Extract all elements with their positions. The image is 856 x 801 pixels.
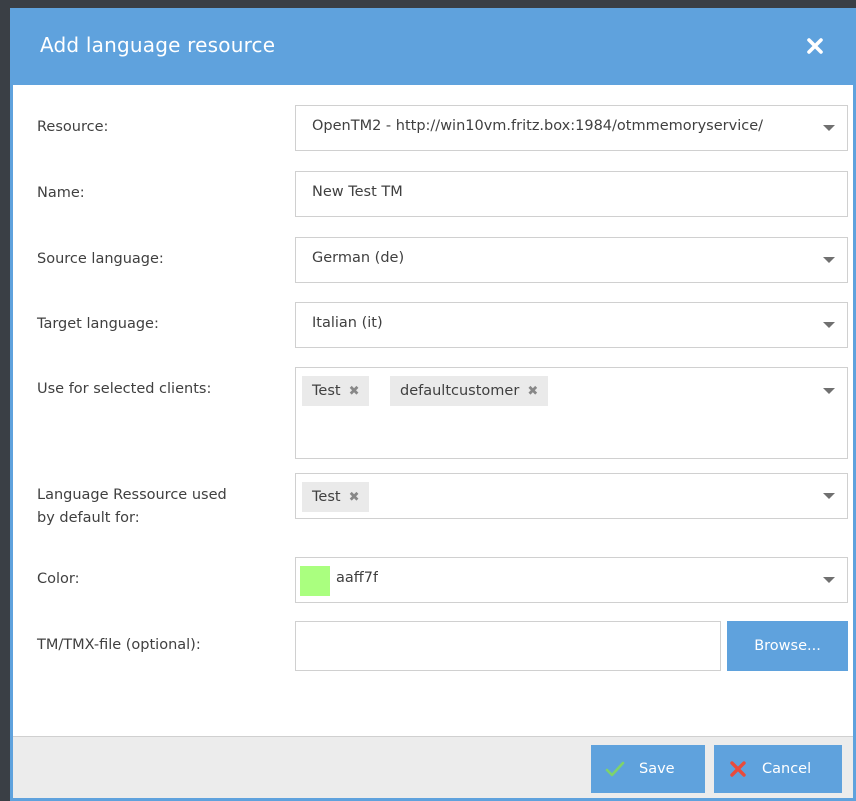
cancel-label: Cancel xyxy=(762,761,812,777)
target-language-select[interactable]: Italian (it) xyxy=(295,302,848,348)
chevron-down-icon[interactable] xyxy=(823,577,835,583)
chevron-down-icon[interactable] xyxy=(823,493,835,499)
cancel-button[interactable]: Cancel xyxy=(714,745,842,793)
chevron-down-icon[interactable] xyxy=(823,257,835,263)
color-swatch xyxy=(300,566,330,596)
resource-value: OpenTM2 - http://win10vm.fritz.box:1984/… xyxy=(312,118,764,134)
client-tag-label: defaultcustomer xyxy=(400,383,520,399)
default-for-label-line1: Language Ressource used xyxy=(37,487,227,503)
target-language-value: Italian (it) xyxy=(312,315,383,331)
dialog-footer: Save Cancel xyxy=(13,736,853,798)
remove-tag-icon[interactable]: ✖ xyxy=(349,377,360,407)
target-language-label: Target language: xyxy=(37,316,159,332)
save-label: Save xyxy=(639,761,675,777)
client-tag: Test ✖ xyxy=(302,376,370,407)
default-for-label-line2: by default for: xyxy=(37,510,140,526)
default-for-tagfield[interactable]: Test ✖ xyxy=(295,473,848,519)
resource-label: Resource: xyxy=(37,119,109,135)
client-tag: defaultcustomer ✖ xyxy=(390,376,549,407)
source-language-label: Source language: xyxy=(37,251,164,267)
dialog-titlebar: Add language resource xyxy=(13,11,853,85)
default-for-tag-label: Test xyxy=(312,489,341,505)
name-value: New Test TM xyxy=(312,184,403,200)
file-label: TM/TMX-file (optional): xyxy=(37,637,201,653)
default-for-tag: Test ✖ xyxy=(302,482,370,513)
dialog-title: Add language resource xyxy=(40,33,276,57)
color-value: aaff7f xyxy=(336,570,379,586)
clients-label: Use for selected clients: xyxy=(37,381,212,397)
source-language-value: German (de) xyxy=(312,250,405,266)
checkmark-icon xyxy=(605,761,625,777)
chevron-down-icon[interactable] xyxy=(823,388,835,394)
browse-button[interactable]: Browse... xyxy=(727,621,848,671)
name-label: Name: xyxy=(37,185,85,201)
name-field[interactable]: New Test TM xyxy=(295,171,848,217)
close-icon[interactable] xyxy=(805,36,825,56)
clients-tagfield[interactable]: Test ✖ defaultcustomer ✖ xyxy=(295,367,848,459)
chevron-down-icon[interactable] xyxy=(823,125,835,131)
resource-select[interactable]: OpenTM2 - http://win10vm.fritz.box:1984/… xyxy=(295,105,848,151)
remove-tag-icon[interactable]: ✖ xyxy=(349,483,360,513)
save-button[interactable]: Save xyxy=(591,745,705,793)
dialog-body: Resource: OpenTM2 - http://win10vm.fritz… xyxy=(20,85,852,736)
file-input[interactable] xyxy=(295,621,721,671)
add-language-resource-dialog: Add language resource Resource: OpenTM2 … xyxy=(10,8,856,801)
client-tag-label: Test xyxy=(312,383,341,399)
color-label: Color: xyxy=(37,571,80,587)
cross-icon xyxy=(730,761,746,777)
chevron-down-icon[interactable] xyxy=(823,322,835,328)
default-for-label: Language Ressource used by default for: xyxy=(37,484,227,530)
color-select[interactable]: aaff7f xyxy=(295,557,848,603)
remove-tag-icon[interactable]: ✖ xyxy=(527,377,538,407)
source-language-select[interactable]: German (de) xyxy=(295,237,848,283)
